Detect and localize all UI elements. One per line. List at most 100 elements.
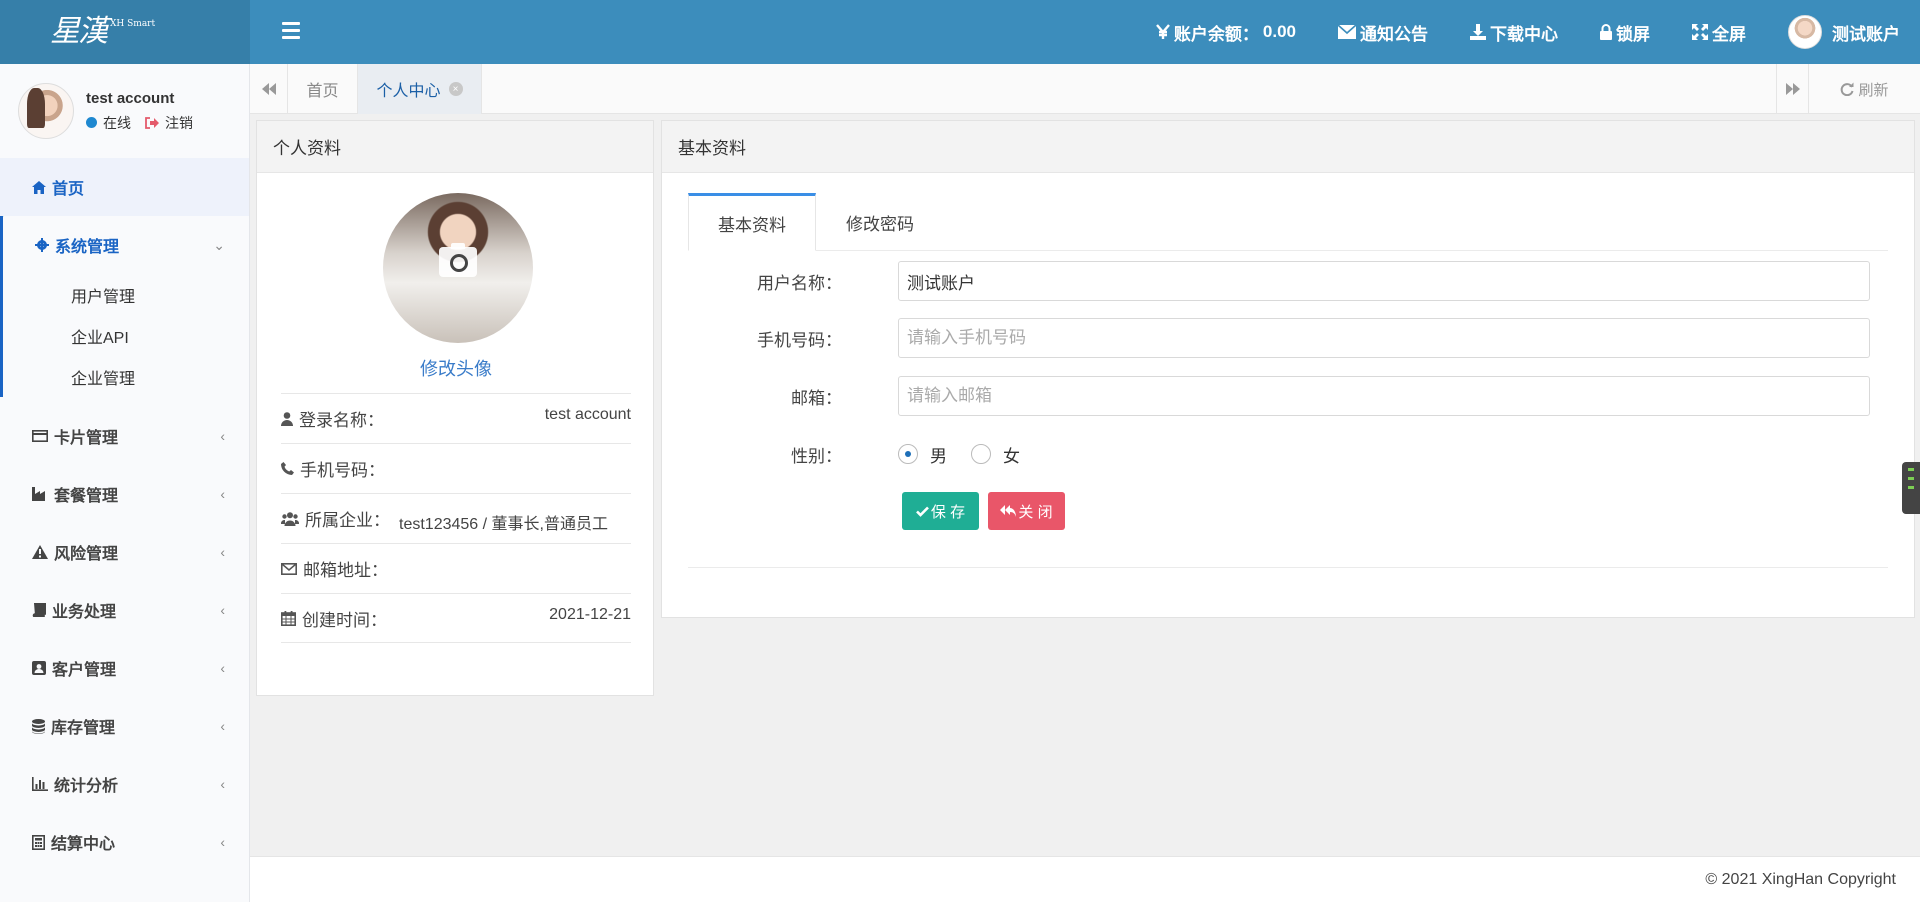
profile-avatar[interactable] <box>383 193 533 343</box>
sidebar-item-card[interactable]: 卡片管理 ‹ <box>0 407 249 465</box>
system-submenu: 用户管理 企业API 企业管理 <box>0 274 249 397</box>
info-created-value: 2021-12-21 <box>549 606 631 623</box>
close-button[interactable]: 关 闭 <box>988 492 1065 530</box>
basic-info-panel: 基本资料 基本资料 修改密码 用户名称： 手机号码： 邮箱： 性别： 男 女 <box>661 120 1915 618</box>
warning-icon <box>32 545 48 559</box>
sidebar-subitem-user[interactable]: 用户管理 <box>3 274 249 315</box>
logo-mark: 星漢 <box>50 14 108 49</box>
address-book-icon <box>32 661 46 675</box>
logout-link[interactable]: 注销 <box>145 113 193 133</box>
sidebar-item-customer[interactable]: 客户管理 ‹ <box>0 639 249 697</box>
credit-card-icon <box>32 430 48 442</box>
info-login-label: 登录名称： <box>299 411 384 430</box>
tab-home-label: 首页 <box>306 83 339 100</box>
tabs-scroll-right-icon[interactable] <box>1776 64 1808 114</box>
sidebar-item-business[interactable]: 业务处理 ‹ <box>0 581 249 639</box>
sidebar-item-package[interactable]: 套餐管理 ‹ <box>0 465 249 523</box>
email-input[interactable] <box>898 376 1870 416</box>
sign-out-icon <box>145 116 159 129</box>
info-login: 登录名称： test account <box>281 393 631 443</box>
sidebar-item-system[interactable]: 系统管理 ⌄ <box>0 216 249 274</box>
gender-radio-group: 男 女 <box>898 442 1044 467</box>
side-toolbar-widget[interactable] <box>1902 462 1920 514</box>
lock-screen-link[interactable]: 锁屏 <box>1600 20 1650 45</box>
sidebar-item-home[interactable]: 首页 <box>0 158 249 216</box>
gender-male-radio[interactable] <box>898 444 918 464</box>
balance[interactable]: 账户余额： 0.00 <box>1155 20 1296 45</box>
phone-input[interactable] <box>898 318 1870 358</box>
tabs-scroll-left-icon[interactable] <box>250 64 288 114</box>
sidebar-item-label: 结算中心 <box>51 836 116 853</box>
sidebar-item-label: 风险管理 <box>54 546 119 563</box>
calculator-icon <box>32 834 45 850</box>
phone-icon <box>281 462 294 475</box>
fullscreen-link[interactable]: 全屏 <box>1692 20 1746 45</box>
sidebar-item-label: 首页 <box>52 181 85 198</box>
chevron-left-icon: ‹ <box>220 602 225 618</box>
header-avatar <box>1788 15 1822 49</box>
sidebar-user-name: test account <box>86 89 175 107</box>
gender-female-label: 女 <box>1003 446 1020 466</box>
tab-basic-info[interactable]: 基本资料 <box>688 193 816 251</box>
tab-change-password[interactable]: 修改密码 <box>816 193 944 251</box>
info-login-value: test account <box>544 406 631 423</box>
lock-icon <box>1600 24 1612 40</box>
download-link[interactable]: 下载中心 <box>1470 20 1558 45</box>
sidebar-item-label: 卡片管理 <box>54 430 119 447</box>
sidebar-item-stock[interactable]: 库存管理 ‹ <box>0 697 249 755</box>
sidebar-item-label: 系统管理 <box>55 239 120 256</box>
logout-label: 注销 <box>165 114 193 131</box>
refresh-label: 刷新 <box>1858 81 1889 99</box>
account-menu[interactable]: 测试账户 <box>1788 15 1900 49</box>
sidebar-menu: 首页 系统管理 ⌄ <box>0 158 249 274</box>
lock-label: 锁屏 <box>1616 24 1650 44</box>
sidebar-item-risk[interactable]: 风险管理 ‹ <box>0 523 249 581</box>
gender-female-radio[interactable] <box>971 444 991 464</box>
save-label: 保 存 <box>930 503 966 521</box>
database-icon <box>32 718 45 734</box>
download-icon <box>1470 24 1486 40</box>
menu-toggle-icon[interactable] <box>282 22 300 42</box>
sidebar-subitem-api[interactable]: 企业API <box>3 315 249 356</box>
basic-panel-title: 基本资料 <box>662 121 1914 173</box>
camera-icon <box>439 243 477 277</box>
user-status: 在线 注销 <box>86 113 193 133</box>
info-company-label: 所属企业： <box>305 511 390 530</box>
top-header: 星漢 XH Smart 账户余额： 0.00 通知公告 下载中心 锁屏 全屏 测… <box>0 0 1920 64</box>
sidebar-item-settle[interactable]: 结算中心 ‹ <box>0 813 249 871</box>
sidebar-item-label: 套餐管理 <box>54 488 119 505</box>
sidebar-subitem-company[interactable]: 企业管理 <box>3 356 249 397</box>
download-label: 下载中心 <box>1490 24 1558 44</box>
sidebar-menu-rest: 卡片管理 ‹ 套餐管理 ‹ 风险管理 ‹ 业务处理 ‹ 客户管理 ‹ 库存管理 … <box>0 407 249 871</box>
chevron-left-icon: ‹ <box>220 544 225 560</box>
sidebar-item-label: 业务处理 <box>52 604 117 621</box>
notice-label: 通知公告 <box>1360 24 1428 44</box>
info-email: 邮箱地址： <box>281 543 631 593</box>
info-email-key: 邮箱地址： <box>281 556 388 581</box>
chevron-left-icon: ‹ <box>220 660 225 676</box>
phone-label: 手机号码： <box>757 330 842 350</box>
online-dot-icon <box>86 117 97 128</box>
notice-link[interactable]: 通知公告 <box>1338 20 1428 45</box>
tab-profile[interactable]: 个人中心 × <box>358 64 482 114</box>
online-label: 在线 <box>103 114 131 131</box>
sidebar-item-stats[interactable]: 统计分析 ‹ <box>0 755 249 813</box>
tab-close-icon[interactable]: × <box>448 82 463 96</box>
tab-home[interactable]: 首页 <box>288 64 358 114</box>
basic-tabs: 基本资料 修改密码 <box>688 193 1888 251</box>
change-avatar-link[interactable]: 修改头像 <box>257 355 655 381</box>
gender-label: 性别： <box>791 446 842 466</box>
tab-profile-label: 个人中心 <box>376 83 441 100</box>
username-input[interactable] <box>898 261 1870 301</box>
info-created-label: 创建时间： <box>302 610 387 630</box>
info-phone-key: 手机号码： <box>281 456 385 481</box>
refresh-button[interactable]: 刷新 <box>1808 64 1920 114</box>
profile-panel-title: 个人资料 <box>257 121 653 173</box>
save-button[interactable]: 保 存 <box>902 492 979 530</box>
bar-chart-icon <box>32 777 48 791</box>
page-tabs-bar: 首页 个人中心 × 刷新 <box>250 64 1920 114</box>
sidebar-item-label: 客户管理 <box>52 662 117 679</box>
info-company: 所属企业： test123456 / 董事长,普通员工 <box>281 493 631 543</box>
home-icon <box>32 180 46 194</box>
check-icon <box>915 506 929 517</box>
